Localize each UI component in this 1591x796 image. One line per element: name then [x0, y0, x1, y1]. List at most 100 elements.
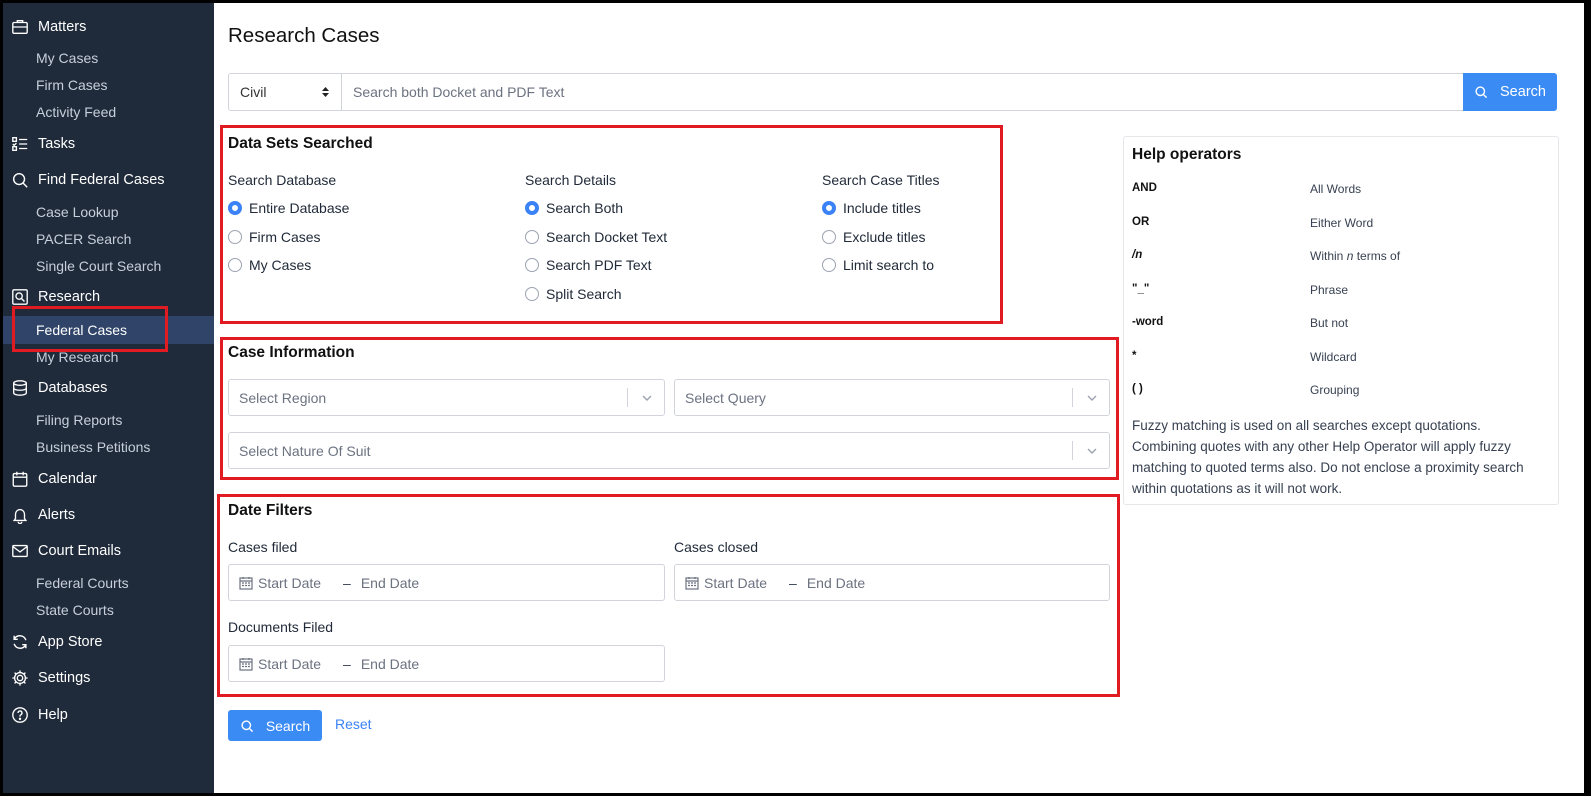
- sidebar-item-settings[interactable]: Settings: [3, 665, 214, 691]
- operator-and-desc: All Words: [1310, 182, 1362, 196]
- search-icon: [12, 172, 28, 188]
- sidebar-item-help[interactable]: Help: [3, 702, 214, 728]
- sidebar-item-label: Research: [38, 289, 101, 305]
- start-date-input[interactable]: Start Date: [258, 656, 321, 672]
- radio-exclude-titles[interactable]: Exclude titles: [822, 227, 925, 247]
- radio-search-both[interactable]: Search Both: [525, 198, 623, 218]
- help-note: Fuzzy matching is used on all searches e…: [1132, 418, 1524, 496]
- help-operators-title: Help operators: [1132, 146, 1242, 163]
- radio-dot: [525, 287, 539, 301]
- sidebar-item-my-research[interactable]: My Research: [3, 344, 214, 370]
- sidebar-item-single-court-search[interactable]: Single Court Search: [3, 253, 214, 279]
- sidebar-item-court-emails[interactable]: Court Emails: [3, 538, 214, 564]
- sidebar-item-activity-feed[interactable]: Activity Feed: [3, 99, 214, 125]
- end-date-input[interactable]: End Date: [807, 575, 865, 591]
- radio-label: Include titles: [843, 200, 921, 216]
- radio-my-cases[interactable]: My Cases: [228, 255, 311, 275]
- end-date-input[interactable]: End Date: [361, 656, 419, 672]
- radio-firm-cases[interactable]: Firm Cases: [228, 227, 321, 247]
- radio-limit-search-to[interactable]: Limit search to: [822, 255, 934, 275]
- case-information-title: Case Information: [228, 344, 355, 361]
- sidebar-item-pacer-search[interactable]: PACER Search: [3, 226, 214, 252]
- radio-include-titles[interactable]: Include titles: [822, 198, 921, 218]
- operator-phrase-desc: Phrase: [1310, 283, 1349, 297]
- sidebar-item-label: Calendar: [38, 471, 97, 487]
- help-icon: [12, 707, 28, 723]
- sidebar-item-app-store[interactable]: App Store: [3, 629, 214, 655]
- cases-closed-label: Cases closed: [674, 539, 759, 555]
- date-dash: –: [343, 655, 351, 672]
- radio-label: My Cases: [249, 257, 312, 273]
- bell-icon: [12, 508, 28, 524]
- radio-label: Search PDF Text: [546, 257, 652, 273]
- search-button[interactable]: Search: [1463, 73, 1557, 111]
- sidebar-item-filing-reports[interactable]: Filing Reports: [3, 407, 214, 433]
- select-query-placeholder: Select Query: [685, 389, 766, 406]
- search-button-label: Search: [1500, 84, 1546, 100]
- sidebar-item-federal-courts[interactable]: Federal Courts: [3, 570, 214, 596]
- sidebar-item-research[interactable]: Research: [3, 284, 214, 310]
- cases-filed-date-range[interactable]: Start Date – End Date: [228, 564, 665, 601]
- select-separator: [1072, 388, 1073, 407]
- sidebar-item-business-petitions[interactable]: Business Petitions: [3, 434, 214, 460]
- submit-search-button[interactable]: Search: [228, 710, 322, 741]
- end-date-input[interactable]: End Date: [361, 575, 419, 591]
- search-input[interactable]: [342, 74, 1463, 110]
- app-window: Matters My Cases Firm Cases Activity Fee…: [3, 3, 1584, 793]
- date-dash: –: [343, 574, 351, 591]
- radio-entire-database[interactable]: Entire Database: [228, 198, 349, 218]
- desc-text: terms of: [1353, 249, 1401, 263]
- documents-filed-date-range[interactable]: Start Date – End Date: [228, 645, 665, 682]
- sidebar-item-firm-cases[interactable]: Firm Cases: [3, 72, 214, 98]
- sidebar-item-alerts[interactable]: Alerts: [3, 502, 214, 528]
- radio-dot: [822, 258, 836, 272]
- select-query[interactable]: Select Query: [674, 379, 1110, 416]
- radio-label: Limit search to: [843, 257, 935, 273]
- sidebar-item-case-lookup[interactable]: Case Lookup: [3, 199, 214, 225]
- sidebar-item-label: Databases: [38, 380, 108, 396]
- cases-filed-label: Cases filed: [228, 539, 298, 555]
- operator-wildcard: *: [1132, 350, 1137, 362]
- start-date-input[interactable]: Start Date: [704, 575, 767, 591]
- sidebar-item-my-cases[interactable]: My Cases: [3, 45, 214, 71]
- search-icon: [241, 719, 253, 732]
- cases-closed-date-range[interactable]: Start Date – End Date: [674, 564, 1110, 601]
- sidebar-item-label: Matters: [38, 19, 87, 35]
- radio-split-search[interactable]: Split Search: [525, 284, 621, 304]
- sidebar-item-databases[interactable]: Databases: [3, 375, 214, 401]
- operator-not: -word: [1132, 316, 1164, 328]
- reset-link[interactable]: Reset: [335, 716, 372, 732]
- date-filters-title: Date Filters: [228, 502, 313, 519]
- operator-or: OR: [1132, 216, 1150, 228]
- case-type-select[interactable]: Civil: [229, 74, 342, 110]
- sidebar-item-federal-cases[interactable]: Federal Cases: [3, 316, 214, 344]
- sidebar-item-label: Settings: [38, 670, 91, 686]
- chevron-down-icon: [1087, 448, 1097, 454]
- sidebar-item-matters[interactable]: Matters: [3, 14, 214, 40]
- refresh-icon: [13, 635, 27, 649]
- sidebar-item-label: Help: [38, 707, 68, 723]
- calendar-icon: [685, 576, 699, 590]
- sidebar-item-label: App Store: [38, 634, 103, 650]
- select-region[interactable]: Select Region: [228, 379, 665, 416]
- radio-search-docket-text[interactable]: Search Docket Text: [525, 227, 667, 247]
- operator-wildcard-desc: Wildcard: [1310, 350, 1357, 364]
- sidebar-item-calendar[interactable]: Calendar: [3, 466, 214, 492]
- operator-or-desc: Either Word: [1310, 216, 1374, 230]
- radio-label: Search Docket Text: [546, 229, 668, 245]
- research-icon: [12, 289, 28, 305]
- sidebar-item-find-federal-cases[interactable]: Find Federal Cases: [3, 167, 214, 193]
- main-content: Research Cases Civil Search Data Sets Se…: [214, 3, 1584, 793]
- chevron-down-icon: [642, 395, 652, 401]
- help-operators-panel: Help operators AND All Words OR Either W…: [1123, 136, 1559, 505]
- page-title: Research Cases: [228, 24, 380, 47]
- start-date-input[interactable]: Start Date: [258, 575, 321, 591]
- search-icon: [1475, 86, 1488, 99]
- sidebar-item-state-courts[interactable]: State Courts: [3, 597, 214, 623]
- sidebar-item-tasks[interactable]: Tasks: [3, 131, 214, 157]
- radio-search-pdf-text[interactable]: Search PDF Text: [525, 255, 652, 275]
- select-nature-of-suit[interactable]: Select Nature Of Suit: [228, 432, 1110, 469]
- checklist-icon: [12, 137, 28, 151]
- operator-proximity-desc: Within n terms of: [1310, 249, 1400, 263]
- radio-label: Split Search: [546, 286, 622, 302]
